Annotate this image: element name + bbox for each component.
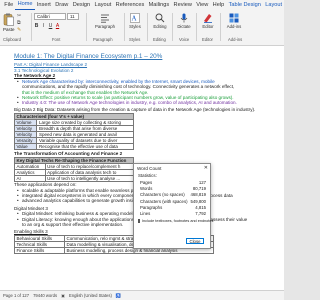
ribbon-divider [31,13,32,41]
tab-review[interactable]: Review [171,0,194,10]
stat-row-lines: Lines 7,792 [140,211,206,217]
tab-mailings[interactable]: Mailings [146,0,171,10]
proofing-icon[interactable]: ▣ [61,293,65,298]
checkbox-box[interactable] [138,219,140,224]
table-row: AI Use of tech to intelligently analyse .… [14,174,135,182]
bold-button[interactable]: B [34,23,39,29]
key-techs-table: Key Digital Techs Re-Shaping the Finance… [14,156,135,182]
include-textboxes-checkbox[interactable]: Include textboxes, footnotes and endnote… [134,218,213,224]
tab-file[interactable]: File [2,0,15,10]
addins-icon [229,13,239,23]
word-count-indicator[interactable]: 79440 words [33,293,57,298]
ribbon-divider [86,13,87,41]
font-color-button[interactable]: A [55,23,60,29]
dictate-button[interactable]: Dictate [176,13,192,29]
font-size-select[interactable]: 11 [67,13,79,20]
font-name-select[interactable]: Calibri [34,13,66,20]
tab-references[interactable]: References [113,0,146,10]
editor-group-label: Editor [202,37,213,42]
addins-button[interactable]: Add-ins [226,13,242,29]
tab-insert[interactable]: Insert [35,0,53,10]
tab-help[interactable]: Help [210,0,226,10]
list-item: communications, and the rapidly diminish… [22,84,235,90]
styles-group-label: Styles [129,37,141,42]
transformation-heading: The Transformation Of Accounting And Fin… [14,150,123,156]
ribbon-divider [172,13,173,41]
tab-table-layout[interactable]: Layout [263,0,284,10]
list-item: Network Age characterised by: interconne… [14,79,272,84]
ribbon: Paste ✂ ⧉ ✎ Clipboard Calibri 11 B I U A… [0,10,284,46]
close-icon[interactable]: ✕ [204,165,208,171]
editing-button[interactable]: Editing [152,13,168,29]
format-painter-icon[interactable]: ✎ [17,27,21,33]
list-item: Industry 4.0: The use of Network Age tec… [14,100,272,105]
search-icon [155,13,165,23]
table-row: Automation Use of tech to replace/complem… [14,162,135,170]
tab-table-design[interactable]: Table Design [226,0,263,10]
language-indicator[interactable]: English (United States) [69,293,112,298]
ribbon-divider [196,13,197,41]
cut-icon[interactable]: ✂ [17,13,21,19]
dialog-title: Word Count [137,165,162,171]
styles-button[interactable]: A Styles [127,13,143,29]
table-header: Key Digital Techs Re-Shaping the Finance… [14,156,134,164]
tab-view[interactable]: View [194,0,210,10]
module-title: Module 1: The Digital Finance Ecosystem … [14,53,163,60]
microphone-icon [179,13,189,23]
underline-button[interactable]: U [48,23,53,29]
table-row: Veracity Variable quality of datasets due… [13,137,134,145]
voice-group-label: Voice [179,37,190,42]
page-indicator[interactable]: Page 1 of 127 [3,293,29,298]
statistics-label: Statistics: [138,173,157,178]
editor-button[interactable]: Editor [200,13,216,29]
tab-design[interactable]: Design [71,0,93,10]
paragraph-icon [100,13,110,23]
status-bar: Page 1 of 127 79440 words ▣ English (Uni… [0,290,284,300]
editing-group-label: Editing [153,37,166,42]
tab-layout[interactable]: Layout [92,0,113,10]
paste-button[interactable]: Paste [3,27,15,32]
paragraph-button[interactable]: Paragraph [91,13,119,29]
svg-text:A: A [132,15,137,23]
word-count-dialog: Word Count ✕ Statistics: Pages 127 Words 8… [133,163,213,249]
table-row: Analytics Application of data analysis te… [14,168,135,176]
ribbon-tabs: File Home Insert Draw Design Layout Refe… [0,0,284,10]
editor-icon [203,13,213,23]
big-data-table: Characterised (four V's + value) Volume L… [13,113,134,151]
tab-home[interactable]: Home [15,0,35,10]
table-row: Value Recognise that the effective use of… [13,143,134,151]
ribbon-divider [220,13,221,41]
paste-icon[interactable] [3,13,14,26]
italic-button[interactable]: I [41,23,46,29]
close-button[interactable]: Close [186,237,204,244]
paragraph-group-label: Paragraph [93,37,113,42]
part-a-heading: Part A: Digital Finance Landscape 2 [14,62,88,67]
addins-group-label: Add-ins [228,37,243,42]
copy-icon[interactable]: ⧉ [17,20,21,26]
ribbon-divider [124,13,125,41]
big-data-line: Big Data 2 Big Data: Datasets arising fr… [14,107,256,113]
accessibility-icon[interactable]: ♿ [116,293,121,299]
styles-icon: A [130,13,140,23]
tab-draw[interactable]: Draw [53,0,70,10]
font-group-label: Font [52,37,61,42]
clipboard-group-label: Clipboard [3,37,21,42]
ribbon-divider [147,13,148,41]
font-format-buttons: B I U A [34,23,60,29]
